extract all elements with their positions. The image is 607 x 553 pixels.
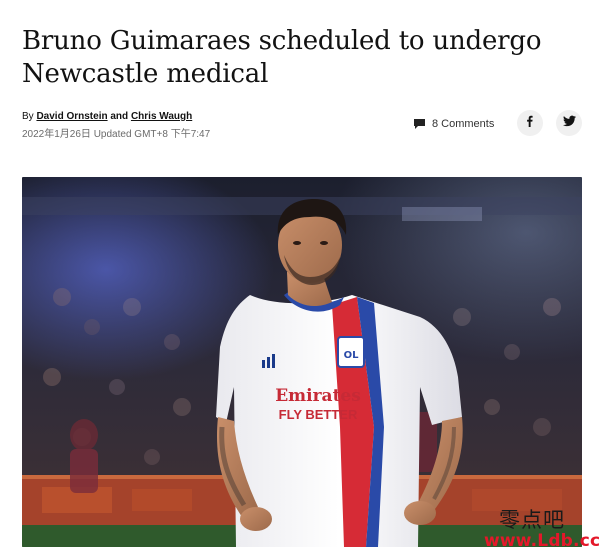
watermark-chinese: 零点吧	[499, 508, 565, 532]
byline: By David Ornstein and Chris Waugh	[22, 110, 192, 124]
facebook-share-button[interactable]	[517, 110, 543, 136]
hero-image: OL Emirates FLY BETTER	[22, 177, 582, 547]
comment-icon	[414, 119, 425, 129]
comments-button[interactable]: 8 Comments	[414, 116, 494, 132]
shirt-sponsor-line2: FLY BETTER	[279, 407, 358, 422]
twitter-icon	[562, 114, 576, 132]
byline-prefix: By	[22, 111, 34, 122]
shirt-sponsor-line1: Emirates	[275, 386, 361, 406]
byline-and: and	[110, 111, 129, 122]
author-link-chris-waugh[interactable]: Chris Waugh	[131, 111, 192, 122]
watermark-url: www.Ldb.cc	[484, 531, 601, 551]
author-link-david-ornstein[interactable]: David Ornstein	[36, 111, 107, 122]
publish-date: 2022年1月26日 Updated GMT+8 下午7:47	[22, 129, 211, 140]
article-headline: Bruno Guimaraes scheduled to undergo New…	[22, 26, 542, 89]
facebook-icon	[524, 114, 536, 132]
twitter-share-button[interactable]	[556, 110, 582, 136]
shirt-crest-text: OL	[344, 350, 360, 361]
comments-label: 8 Comments	[432, 118, 495, 130]
